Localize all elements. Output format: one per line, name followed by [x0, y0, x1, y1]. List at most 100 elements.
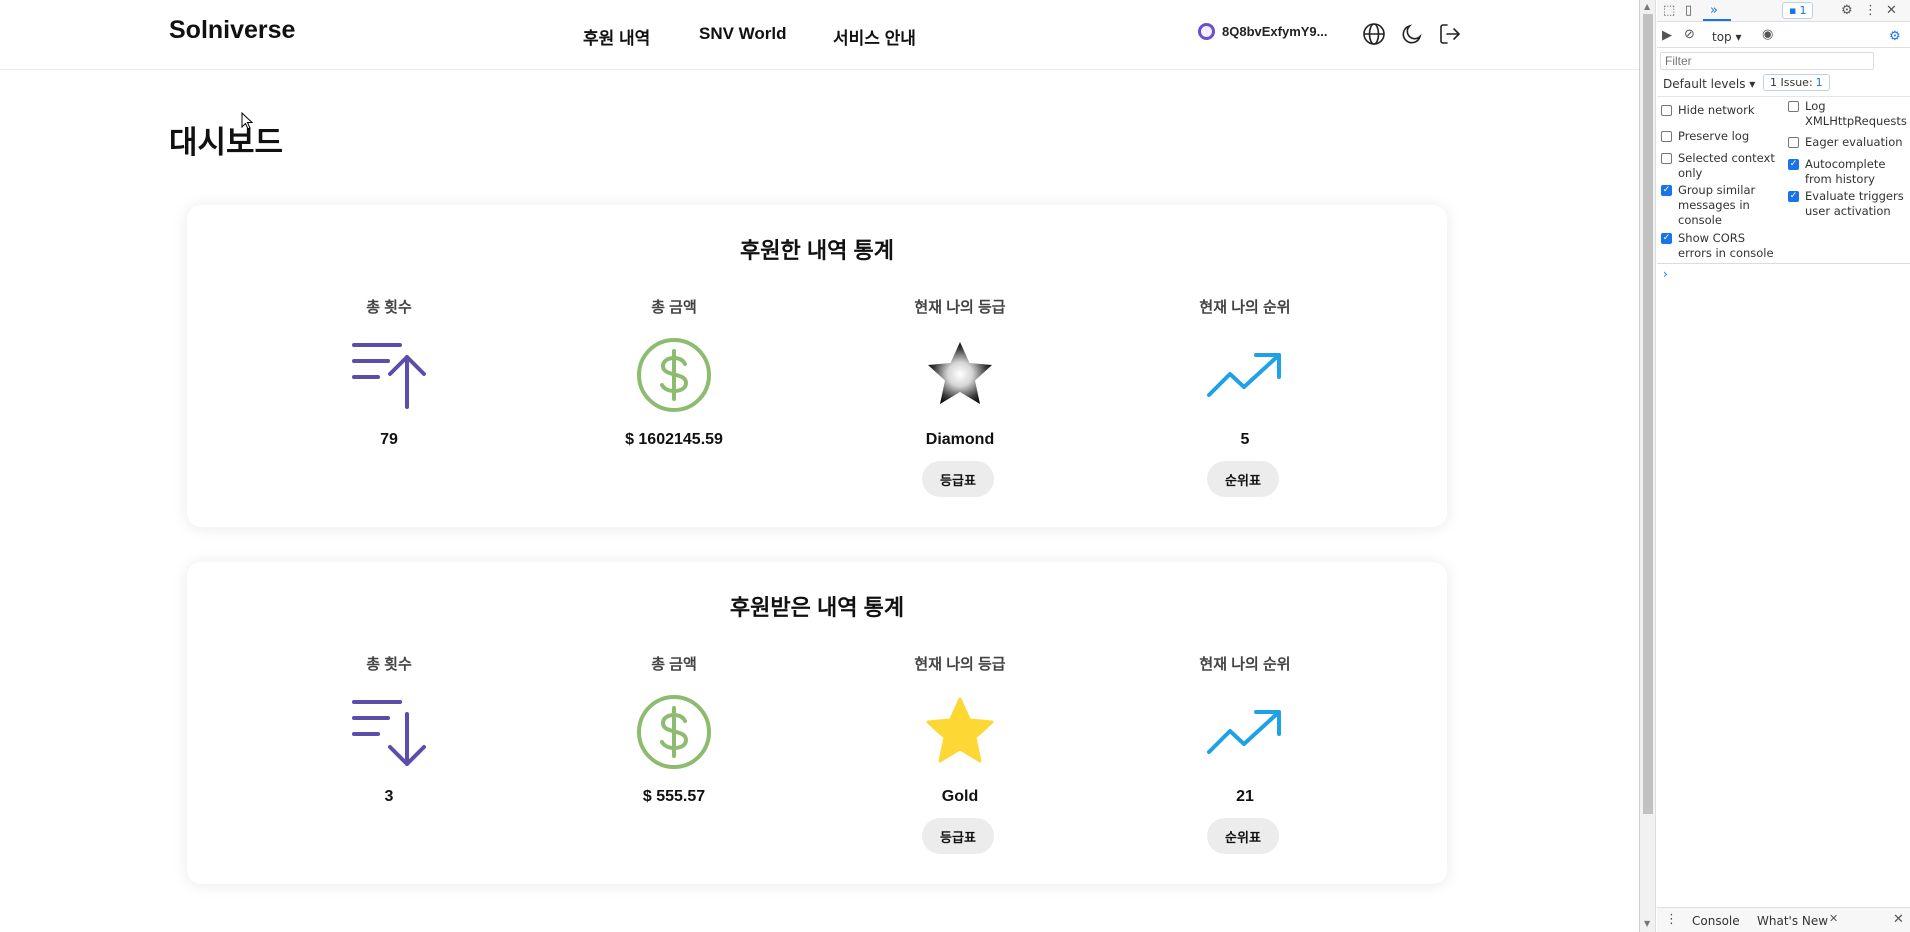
globe-icon[interactable] [1360, 20, 1388, 48]
more-options-icon[interactable]: ⋮ [1864, 3, 1877, 18]
sidebar-toggle-icon[interactable]: ▶ [1662, 28, 1672, 43]
wallet-address-button[interactable]: 8Q8bvExfymY9... [1198, 23, 1328, 40]
settings-divider [1657, 96, 1910, 97]
clear-console-icon[interactable]: ⊘ [1684, 27, 1695, 42]
stat-label: 현재 나의 등급 [914, 656, 1006, 673]
inspect-element-icon[interactable]: ⬚ [1663, 3, 1675, 18]
stat-current-rank: 현재 나의 순위 21 순위표 [1145, 562, 1345, 884]
checkbox[interactable] [1661, 153, 1672, 164]
logo[interactable]: Solniverse [169, 16, 295, 45]
stat-label: 총 횟수 [366, 656, 412, 673]
checkbox[interactable] [1788, 101, 1799, 112]
tab-whats-new[interactable]: What's New [1757, 914, 1828, 928]
page-scrollbar[interactable]: ▲ ▼ [1640, 0, 1656, 932]
stat-current-grade: 현재 나의 등급 Diamond 등급표 [860, 205, 1060, 527]
trend-up-icon [1205, 335, 1285, 415]
option-hide-network[interactable]: Hide network [1661, 103, 1781, 118]
stat-value: 5 [1240, 431, 1250, 448]
gold-star-icon [920, 692, 1000, 772]
mouse-cursor-icon [241, 112, 253, 130]
stat-total-count: 총 횟수 79 [289, 205, 489, 527]
option-group-similar[interactable]: ✓ Group similar messages in console [1661, 183, 1781, 228]
drawer-menu-icon[interactable]: ⋮ [1665, 912, 1678, 927]
active-tab-indicator [1703, 19, 1731, 21]
log-levels-value: Default levels [1663, 77, 1746, 91]
issues-label: 1 Issue: [1770, 76, 1813, 89]
stat-label: 현재 나의 등급 [914, 299, 1006, 316]
issues-badge-count: 1 [1799, 4, 1807, 17]
stat-current-rank: 현재 나의 순위 5 순위표 [1145, 205, 1345, 527]
console-settings-gear-icon[interactable]: ⚙ [1889, 29, 1901, 44]
donation-received-card: 후원받은 내역 통계 총 횟수 3 총 금액 $ 555.57 현재 나의 등급… [187, 562, 1447, 884]
rank-table-button[interactable]: 순위표 [1207, 461, 1279, 497]
rank-table-button[interactable]: 순위표 [1207, 818, 1279, 854]
scroll-down-arrow-icon[interactable]: ▼ [1644, 919, 1650, 928]
option-selected-context[interactable]: Selected context only [1661, 151, 1781, 181]
nav-service-guide[interactable]: 서비스 안내 [833, 24, 916, 49]
checkbox[interactable] [1661, 105, 1672, 116]
option-label: Autocomplete from history [1805, 157, 1886, 186]
checkbox[interactable] [1661, 131, 1672, 142]
stat-value: 21 [1236, 788, 1254, 805]
live-expression-eye-icon[interactable]: ◉ [1762, 27, 1773, 42]
option-autocomplete[interactable]: ✓ Autocomplete from history [1788, 157, 1910, 187]
close-devtools-icon[interactable]: ✕ [1886, 3, 1897, 18]
checkbox-checked[interactable]: ✓ [1661, 185, 1672, 196]
dollar-icon [634, 335, 714, 415]
dollar-icon [634, 692, 714, 772]
log-levels-dropdown[interactable]: Default levels ▾ [1663, 77, 1755, 91]
option-evaluate-triggers[interactable]: ✓ Evaluate triggers user activation [1788, 189, 1910, 219]
console-prompt-icon[interactable]: › [1663, 267, 1668, 281]
option-log-xhr[interactable]: Log XMLHttpRequests [1788, 99, 1910, 129]
stat-current-grade: 현재 나의 등급 Gold 등급표 [860, 562, 1060, 884]
devtools-toolbar: ⬚ ▯ » ▪ 1 ⚙ ⋮ ✕ [1657, 0, 1910, 22]
nav-snv-world[interactable]: SNV World [699, 24, 787, 44]
trend-up-icon [1205, 692, 1285, 772]
stat-total-amount: 총 금액 $ 1602145.59 [574, 205, 774, 527]
close-tab-icon[interactable]: ✕ [1829, 912, 1838, 925]
issues-link[interactable]: 1 Issue: 1 [1763, 74, 1830, 91]
checkbox-checked[interactable]: ✓ [1788, 159, 1799, 170]
option-label: Selected context only [1678, 151, 1775, 180]
stat-label: 총 금액 [651, 656, 697, 673]
moon-icon[interactable] [1398, 20, 1426, 48]
console-filter-input[interactable] [1660, 52, 1874, 70]
option-label: Hide network [1678, 103, 1755, 117]
stat-total-amount: 총 금액 $ 555.57 [574, 562, 774, 884]
nav-donation-history[interactable]: 후원 내역 [583, 24, 650, 49]
scrollbar-thumb[interactable] [1643, 14, 1653, 814]
stat-value: 3 [384, 788, 394, 805]
close-drawer-icon[interactable]: ✕ [1893, 912, 1904, 927]
stat-value: Gold [941, 788, 979, 805]
issues-badge[interactable]: ▪ 1 [1782, 2, 1814, 19]
stat-total-count: 총 횟수 3 [289, 562, 489, 884]
stat-value: 79 [380, 431, 398, 448]
device-toggle-icon[interactable]: ▯ [1685, 3, 1692, 18]
issues-count: 1 [1815, 76, 1823, 89]
option-label: Preserve log [1678, 129, 1750, 143]
logout-icon[interactable] [1436, 20, 1464, 48]
context-selector[interactable]: top ▾ [1712, 30, 1742, 44]
drawer-tabbar: ⋮ Console What's New ✕ ✕ [1657, 907, 1910, 932]
wallet-address: 8Q8bvExfymY9... [1222, 24, 1328, 39]
option-preserve-log[interactable]: Preserve log [1661, 129, 1781, 144]
stat-label: 총 횟수 [366, 299, 412, 316]
option-label: Show CORS errors in console [1678, 231, 1774, 260]
checkbox-checked[interactable]: ✓ [1788, 191, 1799, 202]
grade-table-button[interactable]: 등급표 [922, 461, 994, 497]
more-tabs-icon[interactable]: » [1710, 3, 1718, 18]
checkbox-checked[interactable]: ✓ [1661, 233, 1672, 244]
checkbox[interactable] [1788, 137, 1799, 148]
option-eager-evaluation[interactable]: Eager evaluation [1788, 135, 1910, 150]
tab-console[interactable]: Console [1692, 914, 1740, 928]
stat-label: 현재 나의 순위 [1199, 299, 1291, 316]
scroll-up-arrow-icon[interactable]: ▲ [1644, 2, 1650, 11]
grade-table-button[interactable]: 등급표 [922, 818, 994, 854]
stat-label: 총 금액 [651, 299, 697, 316]
context-value: top [1712, 30, 1732, 44]
settings-gear-icon[interactable]: ⚙ [1841, 3, 1853, 18]
option-show-cors[interactable]: ✓ Show CORS errors in console [1661, 231, 1781, 261]
stat-value: $ 555.57 [642, 788, 706, 805]
diamond-star-icon [920, 335, 1000, 415]
console-output[interactable]: › [1657, 263, 1910, 903]
